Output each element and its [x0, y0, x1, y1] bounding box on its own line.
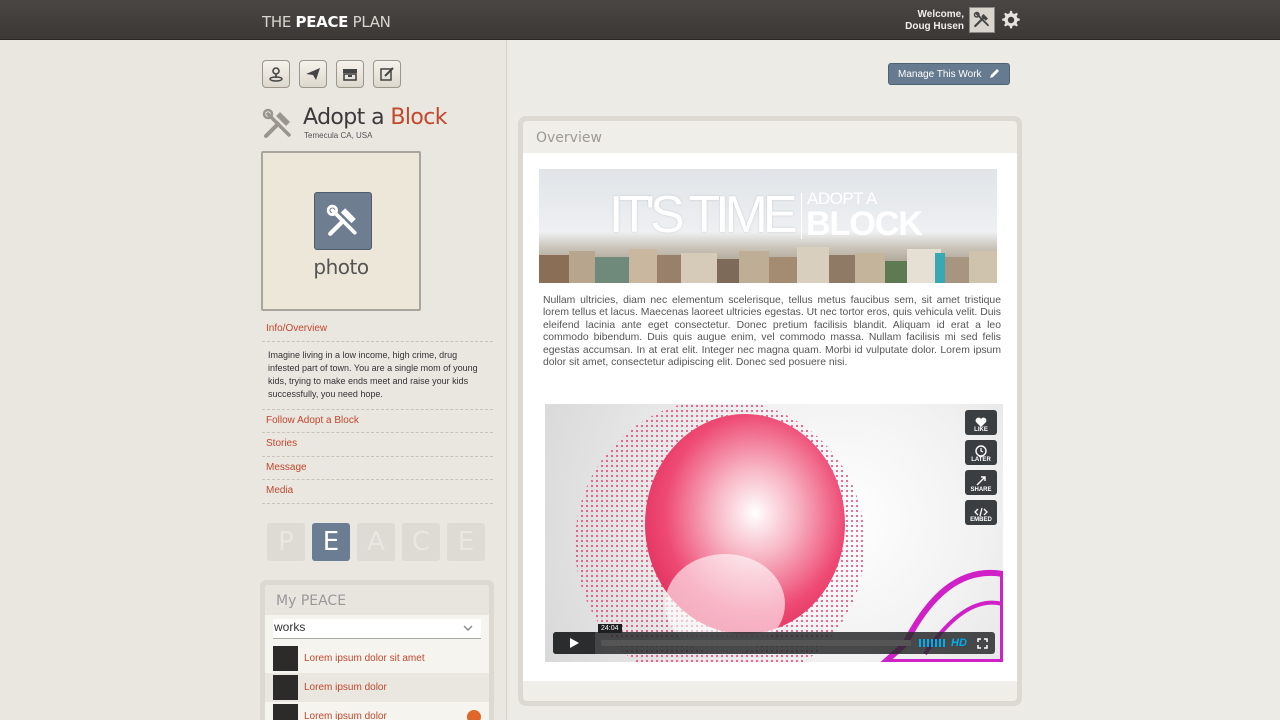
- works-select[interactable]: works: [273, 619, 481, 639]
- box-icon: [343, 69, 357, 81]
- overview-panel: Overview IT'S TIME ADOPT A BLOCK Nullam …: [518, 116, 1022, 706]
- send-button[interactable]: [299, 60, 327, 88]
- adopt-a-block-banner: IT'S TIME ADOPT A BLOCK: [539, 169, 997, 283]
- welcome-label: Welcome,: [917, 9, 965, 20]
- video-share-button[interactable]: SHARE: [965, 470, 997, 495]
- video-player[interactable]: LIKE LATER SHARE EMBED 24:04 HD: [545, 404, 1003, 662]
- work-title-part1: Adopt a: [303, 105, 391, 130]
- video-later-label: LATER: [971, 457, 991, 463]
- clock-icon: [975, 445, 987, 457]
- logo-part-plan: PLAN: [348, 13, 391, 31]
- gear-icon[interactable]: [1000, 9, 1022, 31]
- play-button[interactable]: [553, 632, 595, 654]
- work-title-part2: Block: [390, 105, 447, 130]
- top-bar: THE PEACE PLAN Welcome, Doug Husen: [0, 0, 1280, 40]
- video-time: 24:04: [598, 624, 622, 633]
- peace-tab-a[interactable]: A: [357, 523, 395, 561]
- video-like-button[interactable]: LIKE: [965, 410, 997, 435]
- edit-button[interactable]: [373, 60, 401, 88]
- overview-body: IT'S TIME ADOPT A BLOCK Nullam ultricies…: [523, 153, 1017, 681]
- work-thumbnail: [273, 704, 298, 720]
- my-peace-content: My PEACE works Lorem ipsum dolor sit ame…: [265, 585, 489, 720]
- nav-media[interactable]: Media: [262, 480, 493, 504]
- list-item[interactable]: Lorem ipsum dolor: [265, 673, 489, 702]
- video-embed-label: EMBED: [970, 517, 992, 523]
- peace-tab-p[interactable]: P: [267, 523, 305, 561]
- work-item-name: Lorem ipsum dolor: [304, 682, 387, 693]
- heart-icon: [975, 417, 987, 427]
- location-button[interactable]: [262, 60, 290, 88]
- peace-plan-logo[interactable]: THE PEACE PLAN: [262, 13, 391, 31]
- map-pin-icon: [269, 67, 283, 82]
- tools-icon: [262, 108, 291, 138]
- fullscreen-icon[interactable]: [977, 638, 988, 649]
- work-photo[interactable]: photo: [261, 151, 421, 311]
- nav-message[interactable]: Message: [262, 457, 493, 480]
- peace-tab-c[interactable]: C: [402, 523, 440, 561]
- video-later-button[interactable]: LATER: [965, 440, 997, 465]
- edit-icon: [380, 67, 394, 81]
- work-item-name: Lorem ipsum dolor sit amet: [304, 653, 425, 664]
- video-progress-bar[interactable]: [601, 640, 911, 646]
- video-like-label: LIKE: [974, 427, 988, 433]
- video-controls: 24:04 HD: [553, 624, 995, 654]
- share-box-button[interactable]: [336, 60, 364, 88]
- tools-icon: [326, 204, 357, 236]
- welcome-text: Welcome, Doug Husen: [890, 9, 964, 33]
- pencil-icon: [989, 69, 999, 78]
- peace-tab-e[interactable]: E: [312, 523, 350, 561]
- work-thumbnail: [273, 646, 298, 671]
- overview-heading: Overview: [536, 130, 602, 146]
- nav-follow[interactable]: Follow Adopt a Block: [262, 410, 493, 433]
- overview-paragraph: Nullam ultricies, diam nec elementum sce…: [543, 295, 1001, 369]
- video-embed-button[interactable]: EMBED: [965, 500, 997, 525]
- hd-toggle[interactable]: HD: [951, 637, 967, 649]
- manage-work-label: Manage This Work: [898, 68, 982, 80]
- work-location: Temecula CA, USA: [304, 131, 373, 140]
- volume-icon[interactable]: [919, 639, 945, 647]
- banner-block: BLOCK: [806, 205, 923, 243]
- overview-container: Overview IT'S TIME ADOPT A BLOCK Nullam …: [523, 121, 1017, 701]
- video-share-label: SHARE: [970, 487, 992, 493]
- manage-work-button[interactable]: Manage This Work: [888, 63, 1010, 85]
- logo-part-the: THE: [262, 13, 296, 31]
- play-icon: [570, 638, 579, 648]
- my-peace-list: Lorem ipsum dolor sit amet Lorem ipsum d…: [265, 644, 489, 720]
- photo-placeholder-icon: [314, 192, 372, 250]
- work-description: Imagine living in a low income, high cri…: [262, 342, 493, 410]
- work-nav: Info/Overview Imagine living in a low in…: [262, 318, 493, 504]
- list-item[interactable]: Lorem ipsum dolor: [265, 702, 489, 720]
- peace-letter-tabs: P E A C E: [267, 523, 485, 561]
- code-icon: [974, 507, 988, 517]
- work-thumbnail: [273, 675, 298, 700]
- notification-dot-icon: [467, 709, 481, 720]
- avatar[interactable]: [969, 7, 995, 33]
- city-skyline-image: [539, 247, 997, 283]
- work-item-name: Lorem ipsum dolor: [304, 711, 387, 720]
- banner-divider: [801, 193, 802, 239]
- list-item[interactable]: Lorem ipsum dolor sit amet: [265, 644, 489, 673]
- logo-part-peace: PEACE: [295, 13, 349, 31]
- tools-icon: [973, 11, 989, 28]
- user-name[interactable]: Doug Husen: [890, 21, 964, 33]
- paper-plane-icon: [306, 68, 320, 80]
- peace-tab-e2[interactable]: E: [447, 523, 485, 561]
- nav-stories[interactable]: Stories: [262, 433, 493, 457]
- nav-info-overview[interactable]: Info/Overview: [262, 318, 493, 342]
- my-peace-panel: My PEACE works Lorem ipsum dolor sit ame…: [260, 580, 494, 720]
- chevron-down-icon: [463, 625, 473, 631]
- banner-its-time: IT'S TIME: [609, 186, 798, 244]
- my-peace-heading: My PEACE: [265, 585, 489, 615]
- photo-label: photo: [313, 255, 369, 279]
- video-side-actions: LIKE LATER SHARE EMBED: [965, 410, 997, 525]
- works-select-value: works: [274, 620, 306, 634]
- work-toolbar: [262, 60, 401, 88]
- share-icon: [976, 476, 986, 486]
- work-title: Adopt a Block: [303, 105, 447, 130]
